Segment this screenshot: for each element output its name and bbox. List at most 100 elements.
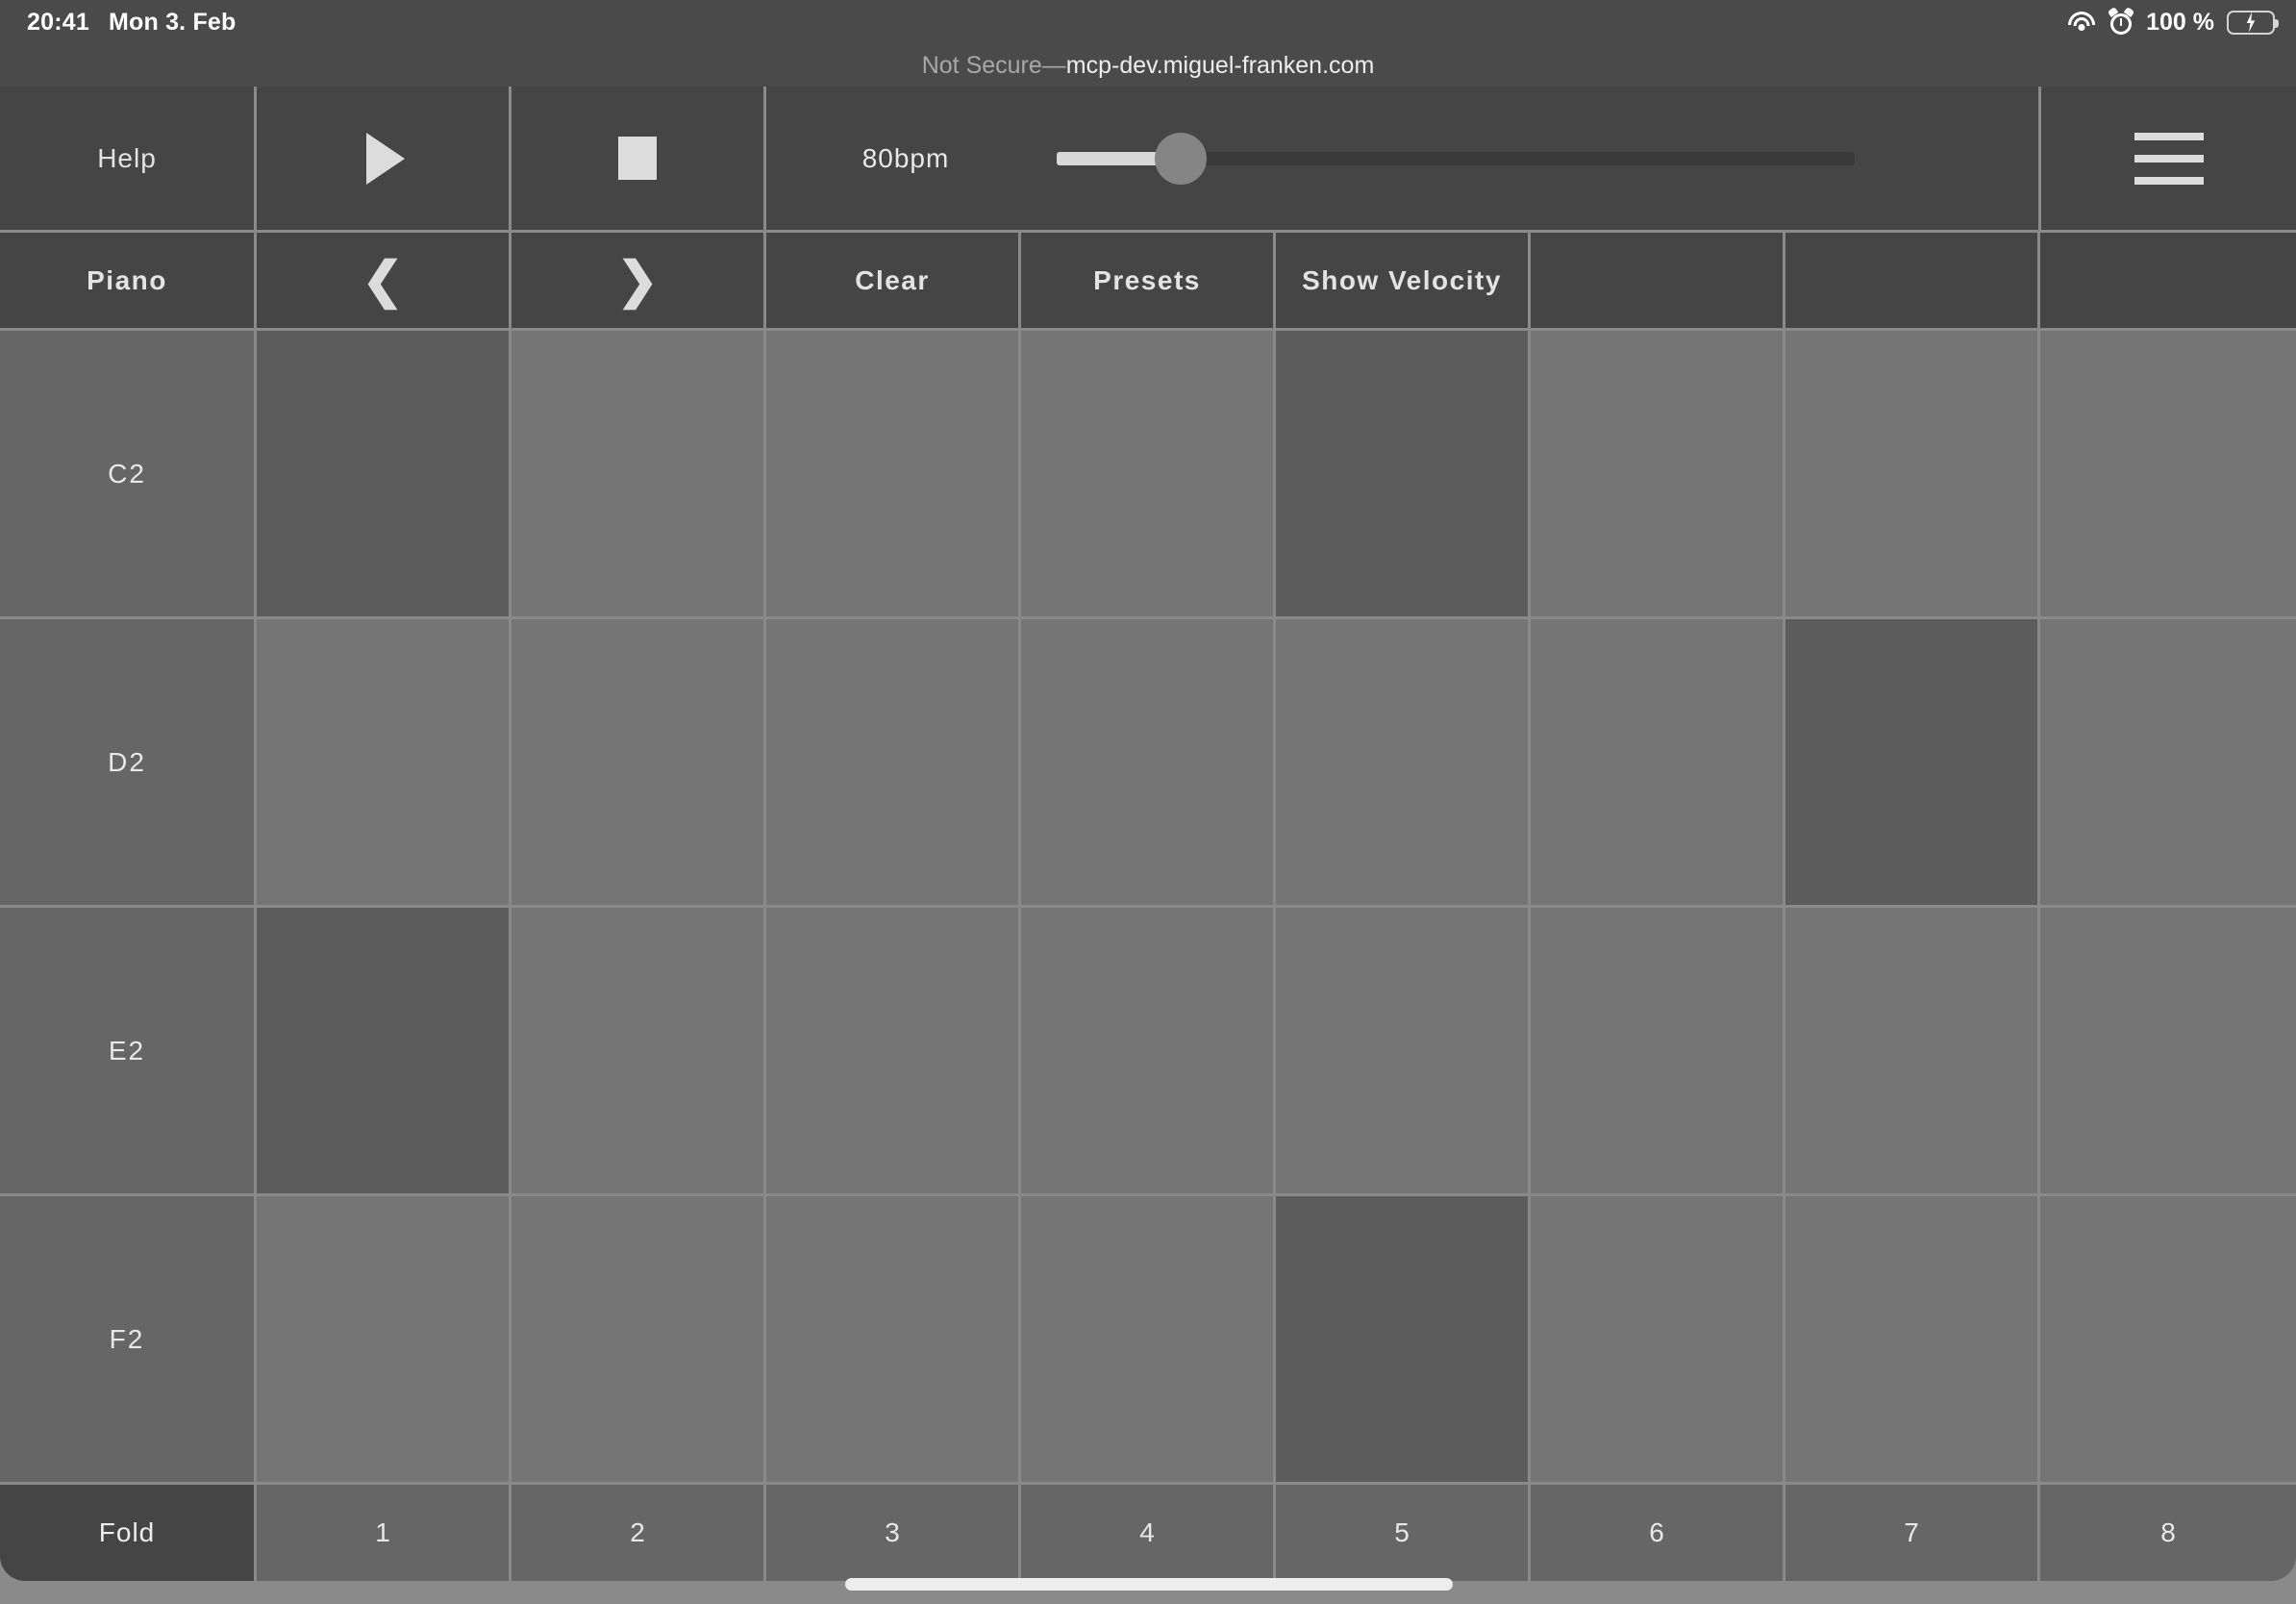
step-cell-d2-5[interactable]: [1276, 619, 1531, 908]
step-cell-d2-1[interactable]: [257, 619, 512, 908]
ios-status-bar: 20:41 Mon 3. Feb 100 %: [0, 0, 2296, 44]
step-number-label: 8: [2160, 1517, 2176, 1548]
note-label-text: C2: [108, 459, 146, 489]
clear-button[interactable]: Clear: [766, 233, 1021, 331]
step-cell-c2-1[interactable]: [257, 331, 512, 619]
step-number-2[interactable]: 2: [512, 1485, 766, 1581]
step-cell-e2-3[interactable]: [766, 908, 1021, 1196]
toolbar-empty-slot-2[interactable]: [1785, 233, 2040, 331]
play-button[interactable]: [257, 87, 512, 233]
url-text: Not Secure — mcp-dev.miguel-franken.com: [922, 52, 1375, 80]
step-cell-e2-2[interactable]: [512, 908, 766, 1196]
step-cell-c2-3[interactable]: [766, 331, 1021, 619]
step-number-6[interactable]: 6: [1531, 1485, 1785, 1581]
presets-label: Presets: [1093, 265, 1201, 296]
step-cell-f2-6[interactable]: [1531, 1196, 1785, 1485]
note-label-d2[interactable]: D2: [0, 619, 257, 908]
step-number-label: 5: [1394, 1517, 1410, 1548]
step-number-7[interactable]: 7: [1785, 1485, 2040, 1581]
step-number-5[interactable]: 5: [1276, 1485, 1531, 1581]
step-number-1[interactable]: 1: [257, 1485, 512, 1581]
instrument-button[interactable]: Piano: [0, 233, 257, 331]
note-label-text: E2: [109, 1036, 145, 1066]
step-cell-e2-7[interactable]: [1785, 908, 2040, 1196]
step-cell-e2-6[interactable]: [1531, 908, 1785, 1196]
instrument-label: Piano: [87, 265, 167, 296]
toolbar-empty-slot-1[interactable]: [1531, 233, 1785, 331]
show-velocity-button[interactable]: Show Velocity: [1276, 233, 1531, 331]
show-velocity-label: Show Velocity: [1302, 265, 1502, 296]
browser-url-bar[interactable]: Not Secure — mcp-dev.miguel-franken.com: [0, 44, 2296, 87]
prev-instrument-button[interactable]: ❮: [257, 233, 512, 331]
sequencer-row: E2: [0, 908, 2296, 1196]
wifi-icon: [2067, 12, 2096, 33]
alarm-clock-icon: [2109, 10, 2134, 35]
status-bar-left: 20:41 Mon 3. Feb: [0, 9, 237, 37]
step-number-3[interactable]: 3: [766, 1485, 1021, 1581]
step-number-4[interactable]: 4: [1021, 1485, 1276, 1581]
hamburger-menu-icon: [2134, 133, 2204, 185]
step-number-label: 7: [1904, 1517, 1919, 1548]
sequencer-row: C2: [0, 331, 2296, 619]
bpm-slider[interactable]: [1057, 152, 1855, 165]
stop-icon: [618, 137, 657, 180]
url-separator: —: [1042, 52, 1066, 80]
not-secure-label: Not Secure: [922, 52, 1042, 80]
step-cell-f2-8[interactable]: [2040, 1196, 2296, 1485]
step-cell-f2-1[interactable]: [257, 1196, 512, 1485]
step-number-row: Fold 1 2 3 4 5 6 7 8: [0, 1485, 2296, 1581]
next-instrument-button[interactable]: ❯: [512, 233, 766, 331]
step-cell-d2-4[interactable]: [1021, 619, 1276, 908]
step-cell-e2-8[interactable]: [2040, 908, 2296, 1196]
step-number-label: 3: [885, 1517, 900, 1548]
battery-percent-label: 100 %: [2146, 9, 2214, 37]
step-cell-f2-5[interactable]: [1276, 1196, 1531, 1485]
help-label: Help: [97, 143, 157, 174]
step-cell-f2-2[interactable]: [512, 1196, 766, 1485]
battery-charging-icon: [2227, 11, 2275, 35]
step-cell-d2-6[interactable]: [1531, 619, 1785, 908]
step-cell-c2-6[interactable]: [1531, 331, 1785, 619]
step-cell-e2-4[interactable]: [1021, 908, 1276, 1196]
step-cell-c2-5[interactable]: [1276, 331, 1531, 619]
step-number-label: 4: [1139, 1517, 1155, 1548]
step-number-label: 2: [630, 1517, 645, 1548]
step-cell-e2-1[interactable]: [257, 908, 512, 1196]
fold-label: Fold: [99, 1517, 155, 1548]
play-icon: [366, 133, 405, 185]
note-label-f2[interactable]: F2: [0, 1196, 257, 1485]
sequencer-grid: C2 D2 E2 F2: [0, 331, 2296, 1485]
stop-button[interactable]: [512, 87, 766, 233]
step-number-label: 6: [1649, 1517, 1664, 1548]
toolbar-empty-slot-3[interactable]: [2040, 233, 2296, 331]
tempo-control[interactable]: 80bpm: [766, 87, 2041, 233]
presets-button[interactable]: Presets: [1021, 233, 1276, 331]
step-cell-f2-7[interactable]: [1785, 1196, 2040, 1485]
step-cell-d2-8[interactable]: [2040, 619, 2296, 908]
note-label-text: F2: [110, 1324, 145, 1355]
step-cell-c2-7[interactable]: [1785, 331, 2040, 619]
menu-button[interactable]: [2041, 87, 2296, 233]
slider-thumb[interactable]: [1155, 133, 1207, 185]
clear-label: Clear: [855, 265, 930, 296]
url-domain: mcp-dev.miguel-franken.com: [1066, 52, 1374, 80]
step-cell-e2-5[interactable]: [1276, 908, 1531, 1196]
step-cell-d2-3[interactable]: [766, 619, 1021, 908]
step-cell-c2-8[interactable]: [2040, 331, 2296, 619]
step-number-8[interactable]: 8: [2040, 1485, 2296, 1581]
note-label-c2[interactable]: C2: [0, 331, 257, 619]
step-cell-d2-7[interactable]: [1785, 619, 2040, 908]
note-label-e2[interactable]: E2: [0, 908, 257, 1196]
step-sequencer-app: Help 80bpm Piano ❮ ❯: [0, 87, 2296, 1604]
step-cell-f2-4[interactable]: [1021, 1196, 1276, 1485]
instrument-toolbar: Piano ❮ ❯ Clear Presets Show Velocity: [0, 233, 2296, 331]
step-number-label: 1: [375, 1517, 390, 1548]
step-cell-d2-2[interactable]: [512, 619, 766, 908]
step-cell-f2-3[interactable]: [766, 1196, 1021, 1485]
fold-button[interactable]: Fold: [0, 1485, 257, 1581]
step-cell-c2-2[interactable]: [512, 331, 766, 619]
home-indicator: [845, 1578, 1453, 1591]
chevron-right-icon: ❯: [616, 256, 659, 306]
step-cell-c2-4[interactable]: [1021, 331, 1276, 619]
help-button[interactable]: Help: [0, 87, 257, 233]
